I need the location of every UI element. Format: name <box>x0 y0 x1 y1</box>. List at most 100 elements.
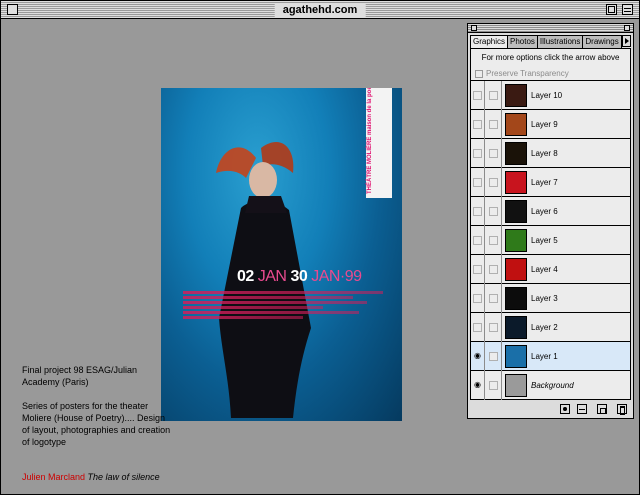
palette-tabs: Graphics Photos Illustrations Drawings <box>470 35 622 49</box>
poster-date-day1: 02 <box>237 268 254 285</box>
preserve-transparency-label: Preserve Transparency <box>486 69 569 78</box>
poster-date-month1: JAN <box>257 268 287 285</box>
layer-link-toggle[interactable] <box>485 109 502 139</box>
layer-name: Layer 2 <box>531 322 558 332</box>
layer-name: Layer 7 <box>531 177 558 187</box>
layers-list: Layer 10 Layer 9 Layer 8 Layer 7 Layer 6 Laye… <box>471 80 630 400</box>
tab-graphics[interactable]: Graphics <box>470 35 509 49</box>
palette-body: For more options click the arrow above P… <box>470 48 631 400</box>
poster-image[interactable]: THÉÂTRE MOLIÈRE maison de la poésie 02 J… <box>161 88 402 421</box>
layer-thumbnail <box>505 257 527 281</box>
layer-visibility-toggle[interactable] <box>471 138 485 168</box>
description-line1: Final project 98 ESAG/Julian Academy (Pa… <box>22 365 138 387</box>
eye-icon: ◉ <box>474 351 481 360</box>
browser-window: agathehd.com THÉÂTRE MOLIÈRE maison de l… <box>0 0 640 495</box>
credit-work-title: The law of silence <box>87 472 160 482</box>
mask-icon[interactable] <box>560 404 570 414</box>
tab-photos[interactable]: Photos <box>507 35 538 48</box>
window-title: agathehd.com <box>274 3 366 17</box>
visibility-box <box>473 148 482 158</box>
layer-row[interactable]: Layer 8 <box>471 138 630 168</box>
layer-link-toggle[interactable] <box>485 283 502 313</box>
poster-date-month2: JAN·99 <box>311 268 362 285</box>
layer-name: Layer 8 <box>531 148 558 158</box>
layer-row[interactable]: Layer 7 <box>471 167 630 197</box>
new-layer-icon[interactable] <box>597 404 607 414</box>
poster-date: 02 JAN 30 JAN·99 <box>237 268 362 286</box>
credit-author[interactable]: Julien Marcland <box>22 472 85 482</box>
tab-illustrations[interactable]: Illustrations <box>536 35 584 48</box>
visibility-box <box>473 177 482 187</box>
link-box <box>488 148 498 158</box>
layer-row[interactable]: Layer 6 <box>471 196 630 226</box>
window-titlebar[interactable]: agathehd.com <box>1 1 639 19</box>
layer-link-toggle[interactable] <box>485 312 502 342</box>
layer-link-toggle[interactable] <box>485 254 502 284</box>
poster-red-line <box>183 311 359 314</box>
layer-link-toggle[interactable] <box>485 225 502 255</box>
layer-thumbnail <box>505 83 527 107</box>
close-box-icon[interactable] <box>7 4 18 15</box>
layer-row[interactable]: Layer 5 <box>471 225 630 255</box>
layer-link-toggle[interactable] <box>485 370 502 400</box>
layer-link-toggle[interactable] <box>485 138 502 168</box>
link-box <box>488 322 498 332</box>
poster-date-day2: 30 <box>290 268 308 285</box>
layer-row[interactable]: Layer 3 <box>471 283 630 313</box>
palette-close-icon[interactable] <box>471 25 477 31</box>
layer-link-toggle[interactable] <box>485 341 502 371</box>
poster-red-line <box>183 316 303 319</box>
link-box <box>488 235 498 245</box>
layers-palette: Graphics Photos Illustrations Drawings F… <box>467 23 634 419</box>
layer-name: Layer 6 <box>531 206 558 216</box>
layer-thumbnail <box>505 228 527 252</box>
trash-icon[interactable] <box>617 404 627 415</box>
layer-visibility-toggle[interactable] <box>471 109 485 139</box>
layer-link-toggle[interactable] <box>485 167 502 197</box>
poster-red-line <box>183 306 323 309</box>
credit-line: Julien Marcland The law of silence <box>22 472 160 482</box>
layer-row[interactable]: ◉ Layer 1 <box>471 341 630 371</box>
layer-thumbnail <box>505 170 527 194</box>
palette-menu-arrow-icon[interactable] <box>622 35 631 47</box>
layer-visibility-toggle[interactable] <box>471 196 485 226</box>
link-box <box>488 293 498 303</box>
layer-row[interactable]: ◉ Background <box>471 370 630 400</box>
link-box <box>488 90 498 100</box>
layer-row[interactable]: Layer 4 <box>471 254 630 284</box>
palette-footer <box>470 402 631 416</box>
new-set-icon[interactable] <box>577 404 587 414</box>
layer-visibility-toggle[interactable] <box>471 167 485 197</box>
layer-thumbnail <box>505 344 527 368</box>
layer-visibility-toggle[interactable] <box>471 225 485 255</box>
layer-thumbnail <box>505 112 527 136</box>
collapse-box-icon[interactable] <box>622 4 633 15</box>
preserve-transparency-checkbox[interactable] <box>475 69 483 78</box>
layer-visibility-toggle[interactable] <box>471 312 485 342</box>
layer-visibility-toggle[interactable]: ◉ <box>471 341 485 371</box>
layer-visibility-toggle[interactable] <box>471 254 485 284</box>
layer-row[interactable]: Layer 2 <box>471 312 630 342</box>
visibility-box <box>473 293 482 303</box>
layer-row[interactable]: Layer 10 <box>471 80 630 110</box>
zoom-box-icon[interactable] <box>606 4 617 15</box>
layer-link-toggle[interactable] <box>485 196 502 226</box>
link-box <box>488 380 498 390</box>
layer-link-toggle[interactable] <box>485 80 502 110</box>
layer-visibility-toggle[interactable] <box>471 283 485 313</box>
layer-thumbnail <box>505 199 527 223</box>
palette-titlebar[interactable] <box>468 24 633 33</box>
link-box <box>488 264 498 274</box>
description-line2: Series of posters for the theater Molier… <box>22 401 171 447</box>
visibility-box <box>473 206 482 216</box>
layer-row[interactable]: Layer 9 <box>471 109 630 139</box>
layer-thumbnail <box>505 141 527 165</box>
layer-name: Layer 9 <box>531 119 558 129</box>
palette-collapse-icon[interactable] <box>624 25 630 31</box>
tab-drawings[interactable]: Drawings <box>582 35 622 48</box>
poster-red-text-lines <box>183 291 383 321</box>
layer-visibility-toggle[interactable] <box>471 80 485 110</box>
preserve-transparency[interactable]: Preserve Transparency <box>475 69 569 78</box>
layer-name: Layer 5 <box>531 235 558 245</box>
layer-visibility-toggle[interactable]: ◉ <box>471 370 485 400</box>
